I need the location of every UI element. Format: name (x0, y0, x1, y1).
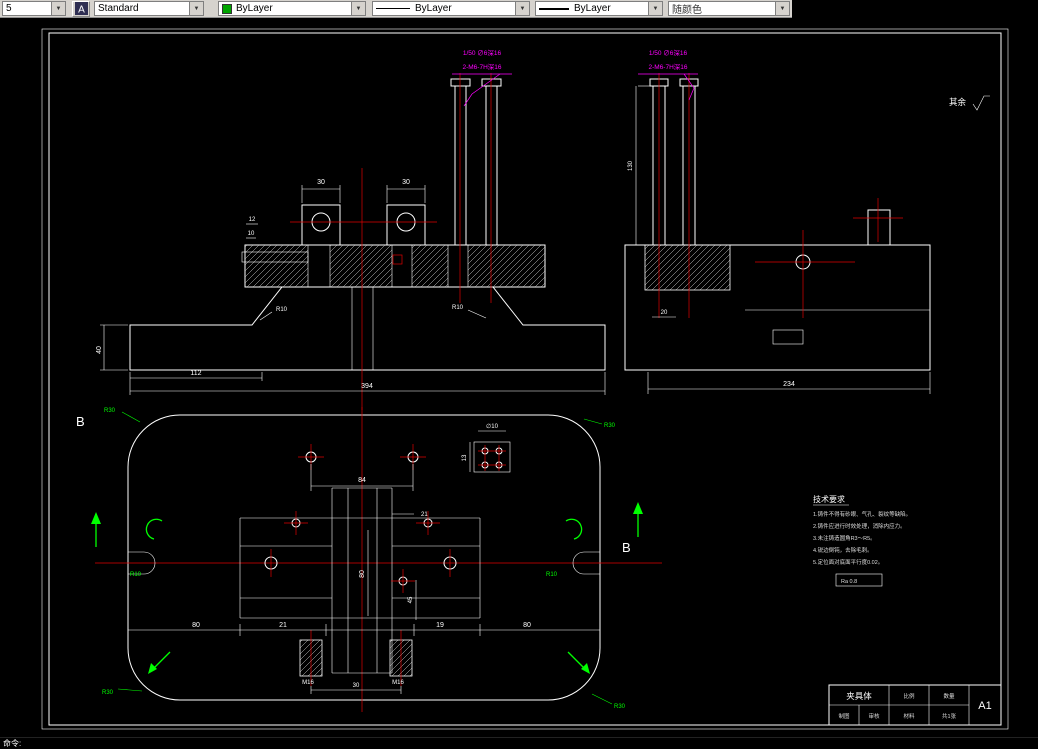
surface-note-text: 其余 (949, 97, 967, 107)
dim-slot-vert: 80 (359, 570, 366, 578)
section-label-left: B (76, 414, 85, 429)
drawing-svg: 30 30 12 10 40 112 394 R10 R10 234 20 13… (41, 28, 1009, 730)
chevron-down-icon[interactable]: ▼ (351, 2, 365, 15)
dim-bottom-4: 80 (523, 622, 531, 629)
callout1-line1: 1/50 ∅6深16 (463, 48, 502, 57)
material-label: 材料 (903, 712, 915, 720)
callout2-line1: 1/50 ∅6深16 (649, 48, 688, 57)
color-combo[interactable]: ByLayer ▼ (218, 1, 366, 16)
section-hook-left-icon (145, 518, 163, 540)
chevron-down-icon[interactable]: ▼ (51, 2, 65, 15)
command-line[interactable]: 命令: (0, 737, 1038, 749)
linetype-combo[interactable]: ByLayer ▼ (372, 1, 530, 16)
tech-line-4: 4.锐边倒钝，去除毛刺。 (813, 546, 873, 554)
dim-boss-right: 30 (402, 179, 410, 186)
dim-small-a: 12 (249, 217, 256, 223)
plan-view (95, 407, 662, 712)
tech-line-3: 3.未注铸造圆角R3～R5。 (813, 534, 876, 542)
section-hook-right-icon (565, 518, 583, 540)
section-arrow-left-icon (91, 512, 101, 524)
dimstyle-combo-value: 5 (6, 3, 12, 14)
dim-small-side: 20 (661, 310, 668, 316)
dim-30: 30 (353, 683, 360, 689)
dim-total-side: 234 (783, 381, 795, 388)
color-swatch (222, 3, 232, 14)
text-style-glyph: A (74, 2, 88, 16)
scale-label: 比例 (903, 692, 915, 700)
dim-seg: 112 (190, 370, 201, 377)
drawing-area[interactable]: 30 30 12 10 40 112 394 R10 R10 234 20 13… (0, 18, 1038, 737)
corner-radius-br: R30 (614, 704, 626, 710)
part-name: 夹具体 (846, 691, 872, 701)
dim-bottom-2: 21 (279, 622, 287, 629)
tech-line-6: Ra 0.8 (841, 579, 857, 585)
surface-finish-note: 其余 (949, 95, 990, 111)
thread-label-left: M16 (302, 680, 314, 686)
drawing-number: A1 (978, 700, 991, 712)
plotstyle-combo-value: 随颜色 (672, 5, 702, 16)
dim-slot-top: 21 (421, 512, 428, 518)
svg-text:A: A (78, 5, 85, 16)
fillet-label-left: R10 (276, 307, 288, 313)
detail-dim-b: 13 (462, 454, 468, 461)
callout2-line2: 2-M6-7H深16 (648, 62, 687, 71)
corner-arrow-left-icon (148, 663, 157, 674)
corner-arrow-right-icon (581, 663, 590, 674)
section-arrow-right-icon (633, 502, 643, 514)
dim-height-side: 130 (628, 160, 634, 171)
dimstyle-combo[interactable]: 5 ▼ (2, 1, 66, 16)
callout1-line2: 2-M6-7H深16 (462, 62, 501, 71)
tech-line-1: 1.铸件不得有砂眼、气孔、裂纹等缺陷。 (813, 510, 911, 518)
textstyle-combo-value: Standard (98, 3, 139, 14)
dim-bottom-1: 80 (192, 622, 200, 629)
dim-total-front: 394 (361, 383, 373, 390)
title-block: 夹具体 A1 比例 数量 材料 共1张 制图 审核 (828, 684, 1002, 726)
corner-radius-tl: R30 (104, 408, 116, 414)
tech-line-5: 5.定位面对底面平行度0.02。 (813, 558, 883, 566)
drafter-label: 制图 (838, 712, 850, 720)
section-label-right: B (622, 540, 631, 555)
tech-requirements-title: 技术要求 (813, 494, 845, 504)
dim-hole-spacing: 84 (358, 477, 366, 484)
plan-view-section-marks: R30 R30 R30 R30 R10 R10 (91, 408, 643, 710)
chevron-down-icon[interactable]: ▼ (648, 2, 662, 15)
dim-bottom-3: 19 (436, 622, 444, 629)
chevron-down-icon: ▼ (775, 2, 789, 15)
tech-requirements: 技术要求 1.铸件不得有砂眼、气孔、裂纹等缺陷。 2.铸件应进行时效处理，消除内… (813, 494, 911, 587)
lineweight-preview (539, 7, 569, 10)
front-section-view (129, 73, 606, 410)
fillet-label-right: R10 (452, 305, 464, 311)
corner-radius-bl: R30 (102, 690, 114, 696)
sheet-label: 共1张 (942, 712, 957, 720)
lineweight-combo-value: ByLayer (574, 3, 611, 14)
text-style-icon[interactable]: A (72, 0, 90, 17)
callout-group-1: 1/50 ∅6深16 2-M6-7H深16 (452, 48, 512, 107)
detail-dim-a: ∅10 (486, 423, 499, 430)
tech-line-2: 2.铸件应进行时效处理，消除内应力。 (813, 522, 906, 530)
qty-label: 数量 (943, 692, 955, 700)
dim-boss-left: 30 (317, 179, 325, 186)
roughness-icon (972, 95, 990, 111)
thread-label-right: M16 (392, 680, 404, 686)
chevron-down-icon[interactable]: ▼ (515, 2, 529, 15)
command-prompt: 命令: (3, 739, 22, 748)
checker-label: 审核 (868, 712, 880, 720)
dim-left-height: 40 (96, 346, 103, 354)
side-section-view (624, 73, 931, 371)
plan-view-dimensions: B B 84 21 80 45 80 21 19 80 30 M16 M16 ∅… (76, 414, 631, 694)
dim-small-b: 10 (248, 231, 255, 237)
linetype-combo-value: ByLayer (415, 3, 452, 14)
lineweight-combo[interactable]: ByLayer ▼ (535, 1, 663, 16)
textstyle-combo[interactable]: Standard ▼ (94, 1, 204, 16)
corner-radius-tr: R30 (604, 423, 616, 429)
dim-45: 45 (408, 596, 414, 603)
plotstyle-combo[interactable]: 随颜色 ▼ (668, 1, 790, 16)
color-combo-value: ByLayer (236, 3, 273, 14)
side-view-dimensions: 234 20 130 (628, 85, 931, 394)
fillet-label-plan-left: R10 (130, 572, 142, 578)
fillet-label-plan-right: R10 (546, 572, 558, 578)
linetype-preview (376, 8, 410, 9)
toolbar: 5 ▼ A Standard ▼ ByLayer ▼ ByLayer ▼ ByL… (0, 0, 792, 18)
chevron-down-icon[interactable]: ▼ (189, 2, 203, 15)
